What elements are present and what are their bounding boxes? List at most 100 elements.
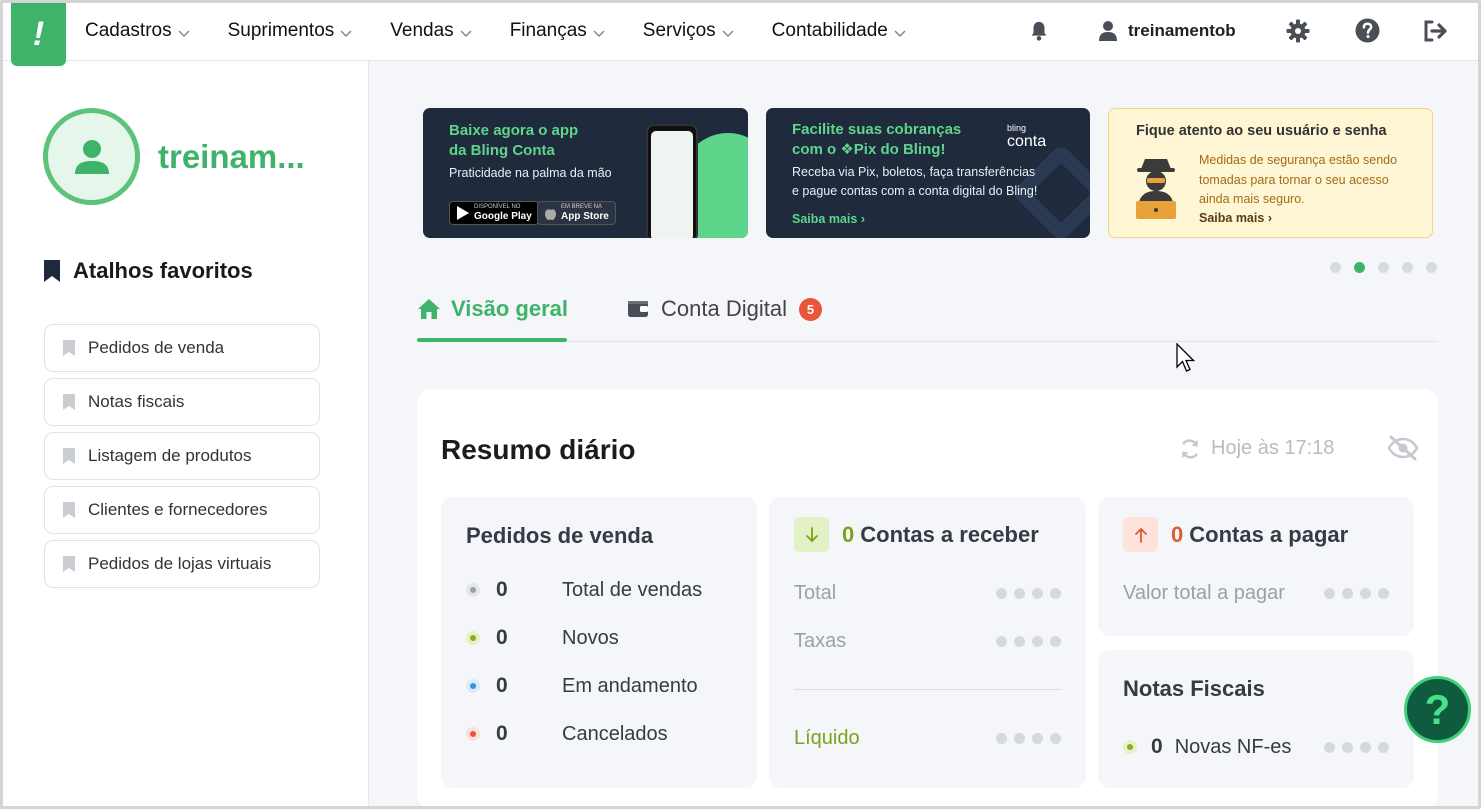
active-tab-indicator [417,338,567,342]
status-row-novos[interactable]: 0 Novos [466,626,736,649]
orders-title: Pedidos de venda [466,523,654,548]
status-count: 0 [496,626,508,649]
banner-bling-app[interactable]: Baixe agora o app da Bling Conta Pratici… [423,108,748,238]
status-label: Em andamento [562,674,698,697]
banner-pix-link[interactable]: Saiba mais › [792,212,865,226]
banner-security[interactable]: Fique atento ao seu usuário e senha Medi… [1108,108,1433,238]
menu-servicos[interactable]: Serviços [643,20,735,42]
google-play-text: DISPONÍVEL NO Google Play [474,204,532,222]
main-menu: Cadastros Suprimentos Vendas Finanças Se… [85,0,944,61]
username-label: treinamentob [1128,20,1236,40]
banner-text-line: ainda mais seguro. [1199,192,1305,206]
invoices-row[interactable]: 0 Novas NF-es [1123,735,1389,759]
favorite-listagem-de-produtos[interactable]: Listagem de produtos [44,432,320,480]
summary-refresh[interactable]: Hoje às 17:18 [1179,437,1334,460]
user-menu-button[interactable]: treinamentob [1098,0,1236,61]
masked-value [1317,741,1389,753]
status-row-total[interactable]: 0 Total de vendas [466,578,736,601]
menu-label: Contabilidade [771,19,888,41]
payable-panel: 0 Contas a pagar Valor total a pagar [1098,497,1414,636]
orders-panel: Pedidos de venda 0 Total de vendas 0 Nov… [441,497,757,788]
divider [794,689,1061,690]
chevron-down-icon [340,29,352,37]
receivable-title[interactable]: 0 Contas a receber [794,517,1039,552]
help-chat-button[interactable]: ? [1404,676,1471,743]
menu-label: Cadastros [85,19,172,41]
carousel-dot[interactable] [1426,262,1437,273]
notifications-button[interactable] [1028,0,1050,61]
arrow-up-icon [1123,517,1158,552]
favorite-notas-fiscais[interactable]: Notas fiscais [44,378,320,426]
invoices-label: Novas NF-es [1174,735,1292,758]
user-icon [1099,20,1117,41]
carousel-dot[interactable] [1378,262,1389,273]
favorites-list: Pedidos de venda Notas fiscais Listagem … [44,324,320,594]
payable-label: Contas a pagar [1189,521,1349,547]
favorite-pedidos-de-lojas-virtuais[interactable]: Pedidos de lojas virtuais [44,540,320,588]
status-dot [1123,740,1137,754]
app-store-text: EM BREVE NA App Store [561,204,609,222]
avatar[interactable] [43,108,140,205]
apple-icon [545,208,556,220]
status-dot [466,679,480,693]
carousel-dot[interactable] [1330,262,1341,273]
banner-security-title: Fique atento ao seu usuário e senha [1136,123,1387,139]
invoices-count: 0 [1151,735,1163,758]
favorites-heading: Atalhos favoritos [43,258,253,284]
eye-off-icon[interactable] [1387,435,1419,461]
sidebar: treinam... Atalhos favoritos Pedidos de … [3,61,369,806]
bookmark-icon [63,448,75,464]
logout-button[interactable] [1423,0,1449,61]
banner-title-line: Facilite suas cobranças [792,121,962,138]
help-button[interactable] [1355,0,1380,61]
bell-icon [1031,21,1047,41]
carousel-dot[interactable] [1402,262,1413,273]
masked-value [989,588,1061,599]
bookmark-icon [63,502,75,518]
payable-count: 0 [1171,521,1184,547]
menu-contabilidade[interactable]: Contabilidade [772,20,907,42]
receivable-net-row: Líquido [794,727,1061,750]
banner-security-link[interactable]: Saiba mais › [1199,211,1272,225]
status-dot [466,631,480,645]
favorite-label: Listagem de produtos [88,446,252,465]
menu-suprimentos[interactable]: Suprimentos [228,20,354,42]
google-play-badge[interactable]: DISPONÍVEL NO Google Play [449,201,539,225]
banner-title-line: da Bling Conta [449,142,555,159]
favorite-label: Pedidos de venda [88,338,225,357]
banner-title-line: com o ❖Pix do Bling! [792,141,946,158]
banner-security-text: Medidas de segurança estão sendo tomadas… [1199,151,1397,210]
banner-app-title: Baixe agora o app da Bling Conta [449,121,578,161]
menu-label: Suprimentos [227,19,335,41]
dashboard-tabs: Visão geral Conta Digital 5 [417,290,1438,342]
settings-button[interactable] [1286,0,1310,61]
menu-cadastros[interactable]: Cadastros [85,20,191,42]
favorite-label: Pedidos de lojas virtuais [88,554,272,573]
favorite-pedidos-de-venda[interactable]: Pedidos de venda [44,324,320,372]
favorite-clientes-e-fornecedores[interactable]: Clientes e fornecedores [44,486,320,534]
store-small: EM BREVE NA [561,204,603,210]
masked-value [989,636,1061,647]
hacker-icon [1136,159,1176,219]
wallet-icon [628,301,648,317]
menu-label: Vendas [390,19,454,41]
summary-title: Resumo diário [441,434,636,465]
status-row-andamento[interactable]: 0 Em andamento [466,674,736,697]
google-play-icon [457,206,469,220]
banner-pix[interactable]: Facilite suas cobranças com o ❖Pix do Bl… [766,108,1090,238]
banner-text-line: Medidas de segurança estão sendo [1199,153,1398,167]
status-row-cancelados[interactable]: 0 Cancelados [466,722,736,745]
bling-logo[interactable]: ! [11,3,66,66]
carousel-dot-active[interactable] [1354,262,1365,273]
tab-conta-digital[interactable]: Conta Digital 5 [627,296,822,322]
menu-financas[interactable]: Finanças [510,20,606,42]
app-store-badge[interactable]: EM BREVE NA App Store [537,201,616,225]
tab-visao-geral[interactable]: Visão geral [417,296,568,322]
chevron-down-icon [593,29,605,37]
invoices-status: 0 Novas NF-es [1123,735,1291,759]
bling-conta-logo: bling conta [1007,122,1046,150]
sidebar-username: treinam... [158,138,305,175]
payable-title[interactable]: 0 Contas a pagar [1123,517,1348,552]
menu-vendas[interactable]: Vendas [390,20,472,42]
bookmark-icon [63,394,75,410]
